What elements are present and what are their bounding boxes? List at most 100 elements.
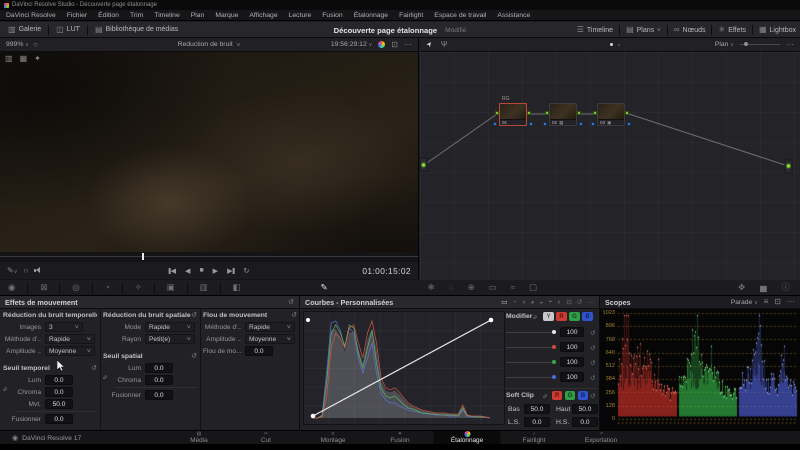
noise-reduction-icon[interactable]: ❄ [428,283,435,291]
link-icon[interactable]: ∞ [531,313,539,321]
reset-icon[interactable]: ↺ [91,364,97,372]
amplitude-select[interactable]: Moyenne∨ [245,334,295,344]
go-to-end-button[interactable]: ▶ [227,267,234,275]
blur-icon[interactable]: ◌ [449,283,454,291]
lum-field[interactable]: 0.0 [45,375,73,385]
tab-exportation[interactable]: ↗Exportation [568,431,635,445]
gallery-toggle[interactable]: ▥Galerie [8,26,41,34]
node-3[interactable]: 03▣ [597,103,625,126]
menu-assistance[interactable]: Assistance [497,12,530,19]
stop-button[interactable]: ■ [199,267,203,274]
hdr-grade-icon[interactable]: ◎ [72,283,79,291]
soft-clip-g-button[interactable]: G [565,391,575,400]
gain-slider-handle[interactable] [552,345,556,349]
curves-icon[interactable]: ✎ [321,283,328,291]
channel-y-button[interactable]: Y [543,312,554,321]
reset-icon[interactable]: ↺ [191,352,197,360]
node-output-connector[interactable] [577,111,581,115]
magic-wand-icon[interactable]: ✦ [34,55,41,63]
sat-vs-sat-icon[interactable]: ◓ [548,299,552,306]
node-2[interactable]: 02▦ [549,103,577,126]
sizing-icon[interactable]: ▢ [529,283,537,291]
wipe-mode-icon[interactable]: ▥ [5,55,13,63]
custom-curves-icon[interactable]: ▭ [501,298,507,306]
color-wheels-icon[interactable]: ◉ [8,283,15,291]
channel-b-button[interactable]: B [582,312,593,321]
high-soft-field[interactable]: 0.0 [572,417,598,427]
tracker-icon[interactable]: ⊠ [40,283,47,291]
user-icon[interactable]: ◉ [12,435,18,442]
menu-icon[interactable]: ··· [787,298,795,306]
tab-fairlight[interactable]: ♪Fairlight [501,431,568,445]
node-mode-select[interactable]: Plan ∨ [715,41,734,48]
reset-icon[interactable]: ↺ [288,298,294,306]
reset-icon[interactable]: ↺ [590,359,595,367]
frames-select[interactable]: 3∨ [45,322,83,332]
info-icon[interactable]: ⓘ [782,283,790,291]
lum-vs-sat-icon[interactable]: ◒ [539,299,543,306]
node-graph-canvas[interactable]: RG 01 02▦ 03▣ [420,52,800,279]
highlight-icon[interactable]: ◧ [233,283,241,291]
hand-tool-icon[interactable]: Ψ [441,41,448,49]
reset-icon[interactable]: ↺ [577,298,583,306]
gain-slider-track[interactable] [506,377,556,378]
hue-vs-hue-icon[interactable]: ◔ [512,299,516,306]
expand-icon[interactable]: ⊡ [774,298,781,306]
effects-toggle[interactable]: ✳Effets [718,26,745,34]
lum-field[interactable]: 0.0 [145,363,173,373]
blend-field[interactable]: 0.0 [45,414,73,424]
expand-icon[interactable]: ⊡ [566,298,572,306]
menu-affichage[interactable]: Affichage [249,12,277,19]
unmix-icon[interactable]: ○ [23,267,28,275]
gain-value-b[interactable]: 100 [560,372,584,382]
data-levels-icon[interactable]: ▅ [760,283,766,291]
link-icon[interactable]: ∞ [541,392,549,400]
gain-slider-track[interactable] [506,332,556,333]
menu-lecture[interactable]: Lecture [289,12,312,19]
reset-icon[interactable]: ↺ [590,374,595,382]
viewer-zoom-select[interactable]: 999% ∨ [6,41,29,48]
blur-field[interactable]: 0.0 [245,346,273,356]
menu-icon[interactable]: ··· [404,41,412,49]
camera-raw-icon[interactable]: ◔ [105,283,110,291]
playhead-marker[interactable] [142,253,144,260]
lut-toggle[interactable]: ◫LUT [56,26,80,34]
window-icon[interactable]: ⊕ [468,283,475,291]
node-mask-input[interactable] [493,122,497,126]
node-input-connector[interactable] [593,111,597,115]
menu-etalonnage[interactable]: Étalonnage [354,12,388,19]
gain-value-g[interactable]: 100 [560,357,584,367]
reset-icon[interactable]: ↺ [590,392,595,400]
curve-graph[interactable] [303,311,505,425]
tab-montage[interactable]: ≡Montage [300,431,367,445]
viewer-image[interactable]: ▥ ▦ ✦ [0,52,418,252]
hue-vs-sat-icon[interactable]: ◑ [521,299,525,306]
reset-icon[interactable]: ↺ [191,311,197,319]
tab-cut[interactable]: ✂Cut [233,431,300,445]
high-field[interactable]: 50.0 [572,404,598,414]
radius-select[interactable]: Petit(e)∨ [145,334,195,344]
tab-fusion[interactable]: ✦Fusion [367,431,434,445]
menu-icon[interactable]: ··· [587,299,594,306]
chroma-field[interactable]: 0.0 [45,387,73,397]
amplitude-select[interactable]: Moyenne∨ [45,346,95,356]
node-mask-input[interactable] [543,122,547,126]
gallery-still-select[interactable]: Reduction de bruit∨ [178,41,241,48]
node-mask-output[interactable] [579,122,583,126]
menu-fichier[interactable]: Fichier [67,12,87,19]
node-output-connector[interactable] [527,111,531,115]
loop-button[interactable]: ↻ [243,267,249,275]
node-mask-input[interactable] [591,122,595,126]
split-screen-icon[interactable]: ▦ [20,55,28,63]
scope-settings-icon[interactable]: ≡ [764,298,769,306]
node-mask-output[interactable] [627,122,631,126]
step-back-button[interactable]: ◀ [185,267,190,275]
play-button[interactable]: ▶ [213,267,218,275]
reset-icon[interactable]: ↺ [291,311,297,319]
color-wheel-icon[interactable] [378,41,385,48]
annotate-pencil-icon[interactable]: ✎∨ [7,267,17,275]
node-mask-output[interactable] [529,122,533,126]
gain-slider-handle[interactable] [552,375,556,379]
gain-slider-track[interactable] [506,347,556,348]
gain-value-r[interactable]: 100 [560,342,584,352]
